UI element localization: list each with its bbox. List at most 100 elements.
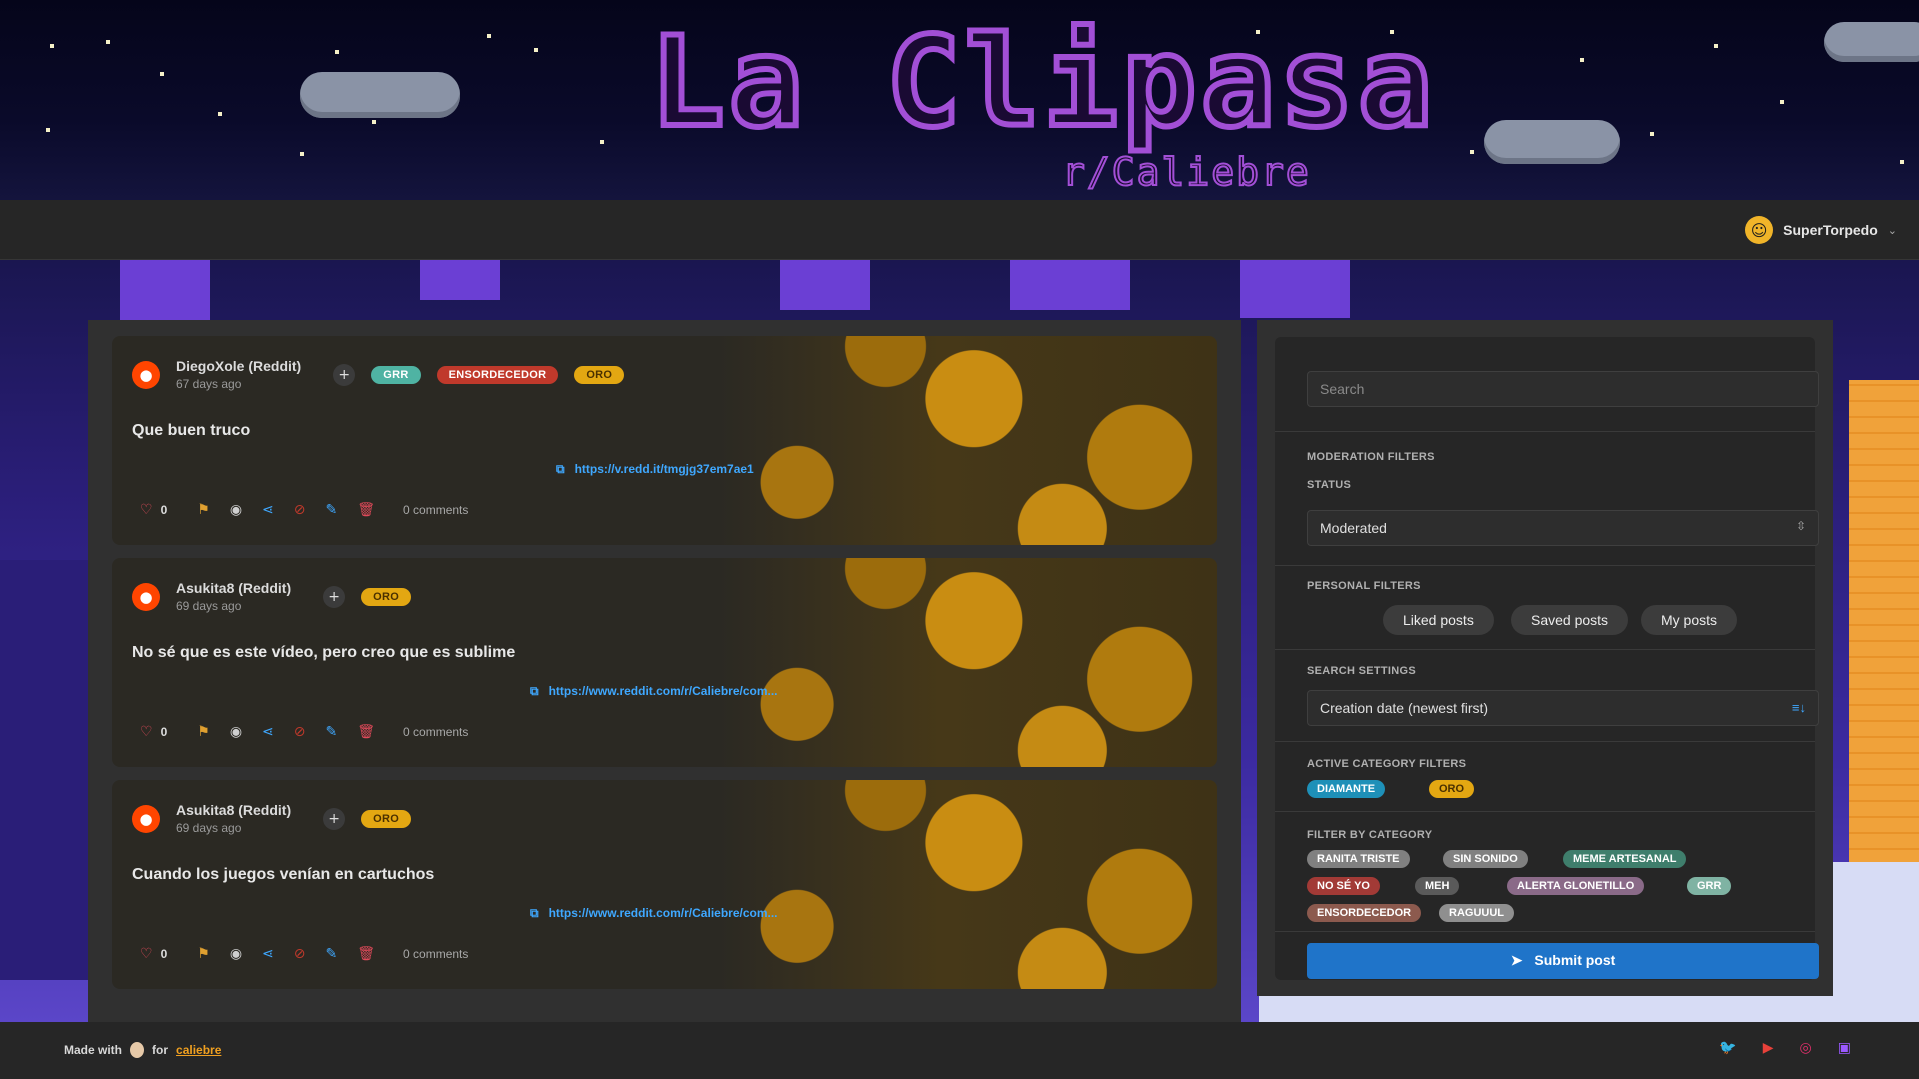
like-count: 0	[160, 725, 168, 739]
tag-oro[interactable]: ORO	[574, 365, 625, 384]
comment-count[interactable]: 0 comments	[403, 725, 468, 739]
post-tags: GRR ENSORDECEDOR ORO	[371, 365, 625, 384]
pixel-cloud	[1484, 120, 1620, 164]
active-filters-section	[1275, 742, 1815, 812]
post-title: Que buen truco	[132, 422, 251, 439]
post-card[interactable]: ● Asukita8 (Reddit) 69 days ago + ORO No…	[112, 558, 1217, 767]
for-text: for	[152, 1043, 169, 1057]
bookmark-icon[interactable]: ⚑	[197, 502, 210, 518]
bookmark-icon[interactable]: ⚑	[197, 724, 210, 740]
star	[218, 112, 222, 116]
post-link-text[interactable]: https://www.reddit.com/r/Caliebre/com...	[549, 684, 778, 698]
post-date: 67 days ago	[176, 377, 242, 391]
hide-icon[interactable]: ⊘	[294, 502, 306, 518]
tag-oro[interactable]: ORO	[361, 809, 412, 828]
heart-icon[interactable]: ♡	[140, 946, 153, 962]
add-category-button[interactable]: +	[333, 363, 356, 386]
send-icon: ➤	[1510, 952, 1523, 968]
delete-icon[interactable]: 🗑	[357, 946, 375, 962]
author-block: DiegoXole (Reddit) 67 days ago	[176, 358, 301, 391]
post-actions: ♡ 0 ⚑ ◉ ⋖ ⊘ ✎ 🗑 0 comments	[140, 946, 468, 962]
post-author[interactable]: DiegoXole (Reddit)	[176, 358, 301, 374]
post-feed: ● DiegoXole (Reddit) 67 days ago + GRR E…	[88, 320, 1241, 1022]
submit-post-button[interactable]: ➤ Submit post	[1307, 943, 1819, 979]
chevron-down-icon: ⌄	[1887, 223, 1897, 237]
post-tags: ORO	[361, 587, 412, 606]
delete-icon[interactable]: 🗑	[357, 502, 375, 518]
youtube-icon[interactable]: ▶	[1763, 1040, 1774, 1056]
pixel-building	[120, 260, 210, 320]
pixel-building	[420, 260, 500, 300]
user-menu[interactable]: ☺ SuperTorpedo ⌄	[1745, 216, 1897, 244]
star	[50, 44, 54, 48]
share-icon[interactable]: ⋖	[262, 946, 274, 962]
post-card[interactable]: ● Asukita8 (Reddit) 69 days ago + ORO Cu…	[112, 780, 1217, 989]
post-link[interactable]: ⧉ https://v.redd.it/tmgjg37em7ae1	[556, 462, 754, 477]
star	[600, 140, 604, 144]
author-block: Asukita8 (Reddit) 69 days ago	[176, 580, 291, 613]
star	[335, 50, 339, 54]
post-link[interactable]: ⧉ https://www.reddit.com/r/Caliebre/com..…	[530, 684, 778, 699]
twitch-icon[interactable]: ▣	[1838, 1040, 1851, 1056]
pixel-cloud	[300, 72, 460, 118]
post-title: Cuando los juegos venían en cartuchos	[132, 866, 435, 883]
star	[1714, 44, 1718, 48]
post-card[interactable]: ● DiegoXole (Reddit) 67 days ago + GRR E…	[112, 336, 1217, 545]
user-avatar-icon: ☺	[1745, 216, 1774, 244]
post-author[interactable]: Asukita8 (Reddit)	[176, 802, 291, 818]
made-with-text: Made with	[64, 1043, 123, 1057]
external-link-icon: ⧉	[530, 684, 539, 698]
comment-count[interactable]: 0 comments	[403, 503, 468, 517]
edit-icon[interactable]: ✎	[326, 502, 338, 518]
author-block: Asukita8 (Reddit) 69 days ago	[176, 802, 291, 835]
twitter-icon[interactable]: 🐦	[1719, 1040, 1736, 1056]
pixel-building	[780, 260, 870, 310]
add-category-button[interactable]: +	[323, 585, 346, 608]
post-author[interactable]: Asukita8 (Reddit)	[176, 580, 291, 596]
like-count: 0	[160, 503, 168, 517]
heart-icon[interactable]: ♡	[140, 502, 153, 518]
pixel-building	[0, 560, 88, 980]
post-header: ● Asukita8 (Reddit) 69 days ago + ORO	[132, 802, 412, 835]
site-logo-title[interactable]: La Clipasa	[647, 8, 1437, 158]
external-link-icon: ⧉	[556, 462, 565, 476]
post-tags: ORO	[361, 809, 412, 828]
post-date: 69 days ago	[176, 821, 242, 835]
eye-icon[interactable]: ◉	[230, 946, 242, 962]
pixel-building	[1240, 260, 1350, 318]
hide-icon[interactable]: ⊘	[294, 724, 306, 740]
heart-icon[interactable]: ♡	[140, 724, 153, 740]
eye-icon[interactable]: ◉	[230, 724, 242, 740]
caliebre-link[interactable]: caliebre	[176, 1043, 221, 1057]
footer: Made with for caliebre 🐦 ▶ ◎ ▣	[0, 1022, 1919, 1079]
star	[160, 72, 164, 76]
star	[106, 40, 110, 44]
post-link[interactable]: ⧉ https://www.reddit.com/r/Caliebre/com..…	[530, 906, 778, 921]
add-category-button[interactable]: +	[323, 807, 346, 830]
instagram-icon[interactable]: ◎	[1800, 1040, 1812, 1056]
comment-count[interactable]: 0 comments	[403, 947, 468, 961]
tag-grr[interactable]: GRR	[371, 365, 421, 384]
bookmark-icon[interactable]: ⚑	[197, 946, 210, 962]
share-icon[interactable]: ⋖	[262, 502, 274, 518]
hide-icon[interactable]: ⊘	[294, 946, 306, 962]
pixel-cloud	[1824, 22, 1919, 62]
star	[1650, 132, 1654, 136]
tag-ensordecedor[interactable]: ENSORDECEDOR	[436, 365, 559, 384]
edit-icon[interactable]: ✎	[326, 946, 338, 962]
post-link-text[interactable]: https://www.reddit.com/r/Caliebre/com...	[549, 906, 778, 920]
share-icon[interactable]: ⋖	[262, 724, 274, 740]
tag-oro[interactable]: ORO	[361, 587, 412, 606]
filter-sidebar: Search MODERATION FILTERS STATUS Moderat…	[1257, 320, 1833, 996]
site-logo-subtitle: r/Caliebre	[1061, 149, 1311, 195]
social-links: 🐦 ▶ ◎ ▣	[1719, 1040, 1851, 1056]
eye-icon[interactable]: ◉	[230, 502, 242, 518]
search-settings-section	[1275, 650, 1815, 742]
post-actions: ♡ 0 ⚑ ◉ ⋖ ⊘ ✎ 🗑 0 comments	[140, 724, 468, 740]
star	[1580, 58, 1584, 62]
star	[46, 128, 50, 132]
post-link-text[interactable]: https://v.redd.it/tmgjg37em7ae1	[575, 462, 754, 476]
category-section	[1275, 812, 1815, 932]
delete-icon[interactable]: 🗑	[357, 724, 375, 740]
edit-icon[interactable]: ✎	[326, 724, 338, 740]
